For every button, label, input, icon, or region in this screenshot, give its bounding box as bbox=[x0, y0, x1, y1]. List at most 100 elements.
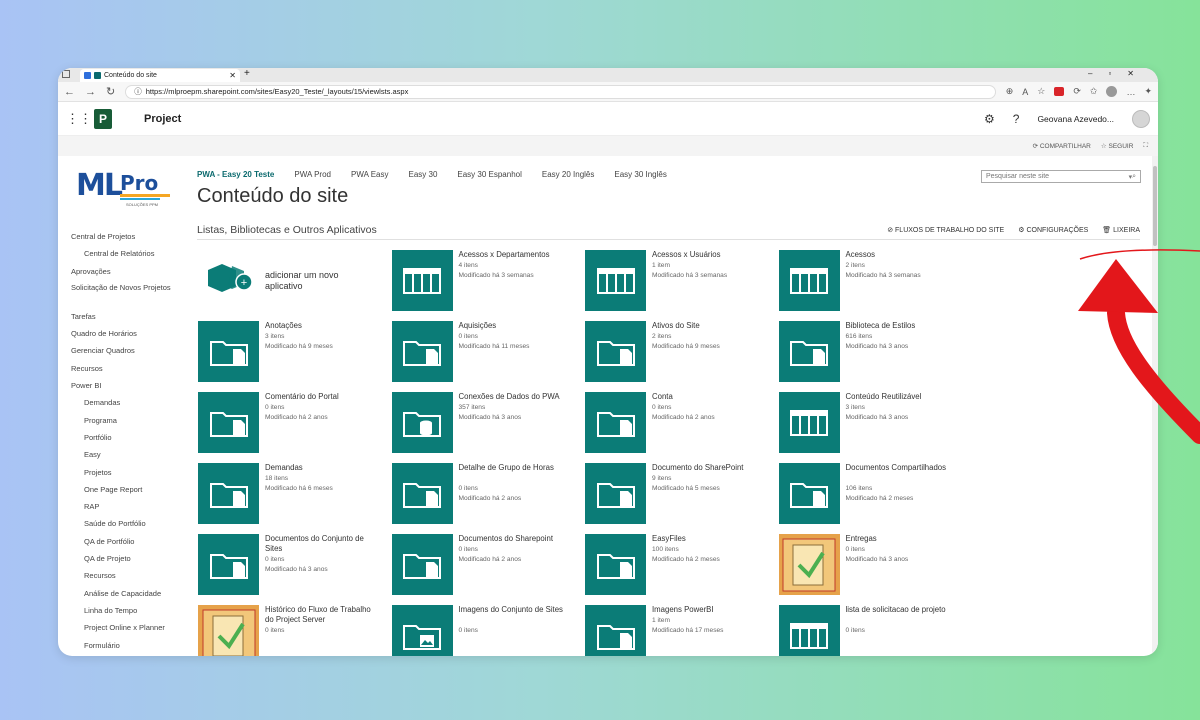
app-tile[interactable]: Acessos x Usuários 1 item Modificado há 3 … bbox=[585, 250, 775, 312]
app-tile-name[interactable]: Acessos bbox=[846, 250, 954, 260]
legacy-app-icon[interactable] bbox=[198, 605, 259, 656]
top-nav-item[interactable]: Easy 20 Inglês bbox=[542, 170, 594, 179]
new-tab-icon[interactable]: + bbox=[244, 68, 250, 79]
app-tile[interactable]: Acessos 2 itens Modificado há 3 semanas bbox=[778, 250, 969, 312]
list-icon[interactable] bbox=[585, 250, 646, 311]
app-tile[interactable]: Documentos do Sharepoint 0 itens Modificad… bbox=[391, 534, 582, 596]
list-icon[interactable] bbox=[778, 250, 840, 311]
app-tile-name[interactable]: Documento do SharePoint bbox=[652, 463, 760, 473]
app-tile-name[interactable]: Comentário do Portal bbox=[265, 392, 373, 402]
read-aloud-icon[interactable]: A bbox=[1022, 87, 1028, 97]
app-tile[interactable]: Acessos x Departamentos 4 itens Modificado… bbox=[391, 250, 582, 312]
app-tile[interactable]: Detalhe de Grupo de Horas 0 itens Modifica… bbox=[391, 463, 582, 525]
app-tile-name[interactable]: Imagens PowerBI bbox=[652, 605, 760, 615]
app-tile-name[interactable]: Conexões de Dados do PWA bbox=[459, 392, 567, 402]
app-tile-name[interactable]: Entregas bbox=[846, 534, 954, 544]
app-tile-name[interactable]: Acessos x Usuários bbox=[652, 250, 760, 260]
copilot-icon[interactable]: ✦ bbox=[1144, 86, 1152, 97]
add-app-tile[interactable]: + adicionar um novo aplicativo bbox=[198, 250, 388, 312]
app-tile-name[interactable]: Documentos do Sharepoint bbox=[459, 534, 567, 544]
app-tile-name[interactable]: Imagens do Conjunto de Sites bbox=[459, 605, 567, 615]
top-nav-item[interactable]: Easy 30 Inglês bbox=[614, 170, 666, 179]
document-library-icon[interactable] bbox=[778, 463, 840, 524]
refresh-icon[interactable]: ↻ bbox=[106, 85, 115, 98]
app-tile[interactable]: Conexões de Dados do PWA 357 itens Modific… bbox=[391, 392, 582, 454]
app-tile[interactable]: Anotações 3 itens Modificado há 9 meses bbox=[198, 321, 388, 383]
settings-gear-icon[interactable]: ⚙ bbox=[984, 112, 995, 126]
app-tile[interactable]: Documento do SharePoint 9 itens Modificado… bbox=[585, 463, 775, 525]
app-tile-name[interactable]: Biblioteca de Estilos bbox=[846, 321, 954, 331]
site-logo[interactable]: ML Pro SOLUÇÕES PPM bbox=[76, 168, 178, 214]
app-tile-name[interactable]: Ativos do Site bbox=[652, 321, 760, 331]
zoom-icon[interactable]: ⊕ bbox=[1006, 86, 1014, 97]
tab-actions-icon[interactable] bbox=[62, 70, 70, 78]
app-tile-name[interactable]: lista de solicitacao de projeto bbox=[846, 605, 954, 615]
sidebar-item[interactable]: Formulário bbox=[71, 637, 171, 654]
app-tile-name[interactable]: EasyFiles bbox=[652, 534, 760, 544]
app-tile[interactable]: Documentos do Conjunto de Sites 0 itens Mo… bbox=[198, 534, 388, 596]
document-library-icon[interactable] bbox=[198, 534, 259, 595]
app-tile[interactable]: Demandas 18 itens Modificado há 6 meses bbox=[198, 463, 388, 525]
top-nav-item[interactable]: Easy 30 Espanhol bbox=[457, 170, 522, 179]
sidebar-item[interactable]: Programa bbox=[71, 412, 171, 429]
app-name[interactable]: Project bbox=[144, 113, 181, 125]
document-library-icon[interactable] bbox=[585, 321, 646, 382]
sync-icon[interactable]: ⟳ bbox=[1073, 86, 1081, 97]
image-library-icon[interactable] bbox=[391, 605, 453, 656]
app-tile-name[interactable]: Demandas bbox=[265, 463, 373, 473]
sidebar-item[interactable]: One Page Report bbox=[71, 481, 171, 498]
back-icon[interactable]: ← bbox=[64, 86, 75, 98]
top-nav-item[interactable]: PWA Prod bbox=[294, 170, 331, 179]
sidebar-item[interactable]: Projetos bbox=[71, 464, 171, 481]
sidebar-item[interactable]: Linha do Tempo bbox=[71, 602, 171, 619]
sidebar-item[interactable]: Demandas bbox=[71, 394, 171, 411]
app-tile[interactable]: Documentos Compartilhados 106 itens Modifi… bbox=[778, 463, 969, 525]
sidebar-item[interactable]: Saúde do Portfólio bbox=[71, 515, 171, 532]
sidebar-item[interactable]: Power BI bbox=[71, 377, 171, 394]
collections-icon[interactable]: ✩ bbox=[1090, 86, 1098, 97]
profile-icon[interactable] bbox=[1106, 86, 1118, 97]
app-tile-name[interactable]: Histórico do Fluxo de Trabalho do Projec… bbox=[265, 605, 373, 625]
app-tile[interactable]: Imagens do Conjunto de Sites 0 itens bbox=[391, 605, 582, 656]
sidebar-item[interactable]: Quadro de Horários bbox=[71, 325, 171, 342]
share-button[interactable]: ⟳ COMPARTILHAR bbox=[1033, 142, 1091, 150]
app-tile[interactable]: Histórico do Fluxo de Trabalho do Projec… bbox=[198, 605, 388, 656]
sidebar-item[interactable]: Análise de Capacidade bbox=[71, 585, 171, 602]
search-icon[interactable]: ⌕ bbox=[1132, 173, 1136, 181]
app-tile-name[interactable]: Documentos Compartilhados bbox=[846, 463, 954, 473]
list-icon[interactable] bbox=[778, 605, 840, 656]
workflows-button[interactable]: ⊘ FLUXOS DE TRABALHO DO SITE bbox=[887, 226, 1004, 234]
app-tile-name[interactable]: Conteúdo Reutilizável bbox=[846, 392, 954, 402]
sidebar-item[interactable]: QA de Portfólio bbox=[71, 533, 171, 550]
top-nav-item[interactable]: PWA Easy bbox=[351, 170, 389, 179]
app-tile-name[interactable]: Acessos x Departamentos bbox=[459, 250, 567, 260]
url-field[interactable]: ⓘ https://mlproepm.sharepoint.com/sites/… bbox=[125, 84, 996, 99]
focus-mode-icon[interactable]: ⛶ bbox=[1143, 142, 1148, 150]
list-icon[interactable] bbox=[778, 392, 840, 453]
app-tile-name[interactable]: Detalhe de Grupo de Horas bbox=[459, 463, 567, 473]
project-logo-icon[interactable]: P bbox=[94, 107, 122, 131]
sidebar-item[interactable]: Project Online x Planner bbox=[71, 619, 171, 636]
app-launcher-icon[interactable]: ⋮⋮⋮ bbox=[66, 111, 105, 127]
document-library-icon[interactable] bbox=[585, 392, 646, 453]
app-tile-name[interactable]: Anotações bbox=[265, 321, 373, 331]
app-tile[interactable]: lista de solicitacao de projeto 0 itens bbox=[778, 605, 969, 656]
sidebar-item[interactable]: Tarefas bbox=[71, 308, 171, 325]
document-library-icon[interactable] bbox=[585, 605, 646, 656]
document-library-icon[interactable] bbox=[198, 463, 259, 524]
legacy-app-icon[interactable] bbox=[778, 534, 840, 595]
app-tile[interactable]: Aquisições 0 itens Modificado há 11 meses bbox=[391, 321, 582, 383]
document-library-icon[interactable] bbox=[391, 321, 453, 382]
app-tile[interactable]: Imagens PowerBI 1 item Modificado há 17 me… bbox=[585, 605, 775, 656]
app-tile[interactable]: Conteúdo Reutilizável 3 itens Modificado h… bbox=[778, 392, 969, 454]
app-tile-name[interactable]: Aquisições bbox=[459, 321, 567, 331]
sidebar-item[interactable]: Solicitação de Novos Projetos bbox=[71, 280, 171, 308]
app-tile[interactable]: EasyFiles 100 itens Modificado há 2 meses bbox=[585, 534, 775, 596]
document-library-icon[interactable] bbox=[585, 534, 646, 595]
sidebar-item[interactable]: Gerenciar Quadros bbox=[71, 342, 171, 359]
data-connection-icon[interactable] bbox=[391, 392, 453, 453]
document-library-icon[interactable] bbox=[391, 463, 453, 524]
app-tile[interactable]: Ativos do Site 2 itens Modificado há 9 mes… bbox=[585, 321, 775, 383]
app-tile[interactable]: Entregas 0 itens Modificado há 3 anos bbox=[778, 534, 969, 596]
site-search-input[interactable]: Pesquisar neste site ▾ ⌕ bbox=[981, 170, 1141, 183]
